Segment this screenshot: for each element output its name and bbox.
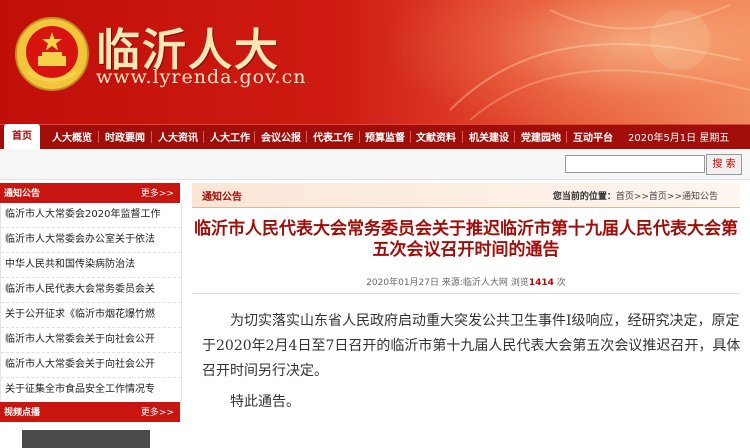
list-item[interactable]: 临沂市人大常委会关于向社会公开	[1, 328, 181, 353]
nav-item-home[interactable]: 首页	[4, 124, 40, 150]
search-button[interactable]: 搜 索	[706, 154, 742, 175]
list-item[interactable]: 临沂市人大常委会2020年监督工作	[1, 203, 181, 228]
video-header: 视频点播 更多>>	[0, 402, 180, 422]
nav-item-organ[interactable]: 机关建设	[469, 129, 509, 144]
nav-item-interaction[interactable]: 互动平台	[573, 129, 613, 144]
nav-separator	[566, 131, 567, 143]
breadcrumb-path[interactable]: 首页>>首页>>通知公告	[616, 192, 718, 202]
national-emblem-icon	[15, 17, 89, 91]
notice-list: 临沂市人大常委会2020年监督工作 临沂市人大常委会办公室关于依法 中华人民共和…	[0, 203, 182, 403]
views-label: 浏览	[510, 278, 529, 288]
article-panel: 通知公告 您当前的位置：首页>>首页>>通知公告 临沂市人民代表大会常务委员会关…	[192, 183, 744, 448]
nav-separator	[359, 131, 360, 143]
list-item[interactable]: 关于征集全市食品安全工作情况专	[1, 378, 181, 403]
views-unit: 次	[556, 278, 566, 288]
nav-separator	[462, 131, 463, 143]
content-header: 通知公告 您当前的位置：首页>>首页>>通知公告	[192, 183, 740, 208]
breadcrumb: 您当前的位置：首页>>首页>>通知公告	[553, 189, 718, 202]
nav-separator	[151, 131, 152, 143]
content-tab: 通知公告	[202, 192, 242, 203]
search-bar: 搜 索	[0, 149, 750, 180]
decorative-swirl-icon	[449, 4, 750, 121]
header-banner: 临沂人大 www.lyrenda.gov.cn	[0, 0, 750, 124]
list-item[interactable]: 关于公开征求《临沂市烟花爆竹燃	[1, 303, 181, 328]
nav-item-budget[interactable]: 预算监督	[365, 129, 405, 144]
article-body: 为切实落实山东省人民政府启动重大突发公共卫生事件Ⅰ级响应，经研究决定，原定于20…	[202, 309, 742, 415]
notices-title: 通知公告	[4, 189, 41, 199]
nav-separator	[306, 131, 307, 143]
video-thumbnail[interactable]	[22, 430, 150, 448]
nav-separator	[203, 131, 204, 143]
views-count: 1414	[528, 278, 554, 288]
current-date: 2020年5月1日 星期五	[628, 133, 730, 144]
notices-header: 通知公告 更多>>	[0, 183, 180, 203]
video-title: 视频点播	[4, 408, 41, 418]
list-item[interactable]: 中华人民共和国传染病防治法	[1, 253, 181, 278]
nav-item-deputy[interactable]: 代表工作	[313, 129, 353, 144]
article-meta: 2020年01月27日 来源:临沂人大网 浏览1414 次	[192, 275, 740, 288]
breadcrumb-label: 您当前的位置：	[552, 192, 616, 202]
nav-item-info[interactable]: 人大资讯	[158, 129, 198, 144]
site-url: www.lyrenda.gov.cn	[96, 66, 307, 88]
nav-item-bulletin[interactable]: 会议公报	[261, 129, 301, 144]
left-sidebar: 通知公告 更多>> 临沂市人大常委会2020年监督工作 临沂市人大常委会办公室关…	[0, 183, 182, 448]
article-source: 来源:临沂人大网	[441, 278, 508, 288]
nav-separator	[98, 131, 99, 143]
nav-item-work[interactable]: 人大工作	[210, 129, 250, 144]
article-paragraph: 为切实落实山东省人民政府启动重大突发公共卫生事件Ⅰ级响应，经研究决定，原定于20…	[202, 313, 741, 379]
nav-separator	[410, 131, 411, 143]
nav-item-documents[interactable]: 文献资料	[416, 129, 456, 144]
video-more-link[interactable]: 更多>>	[141, 405, 174, 418]
list-item[interactable]: 临沂市人大常委会关于向社会公开	[1, 353, 181, 378]
main-nav: 首页 人大概览 时政要闻 人大资讯 人大工作 会议公报 代表工作 预算监督 文献…	[0, 124, 750, 150]
nav-item-party[interactable]: 党建园地	[521, 129, 561, 144]
search-input[interactable]	[565, 155, 705, 173]
list-item[interactable]: 临沂市人民代表大会常务委员会关	[1, 278, 181, 303]
divider	[192, 293, 740, 294]
article-title: 临沂市人民代表大会常务委员会关于推迟临沂市第十九届人民代表大会第五次会议召开时间…	[194, 219, 738, 260]
nav-separator	[514, 131, 515, 143]
nav-separator	[254, 131, 255, 143]
article-closing: 特此通告。	[230, 394, 300, 410]
nav-item-news[interactable]: 时政要闻	[105, 129, 145, 144]
article-date: 2020年01月27日	[366, 278, 440, 288]
nav-item-overview[interactable]: 人大概览	[52, 129, 92, 144]
notices-more-link[interactable]: 更多>>	[141, 186, 174, 199]
list-item[interactable]: 临沂市人大常委会办公室关于依法	[1, 228, 181, 253]
